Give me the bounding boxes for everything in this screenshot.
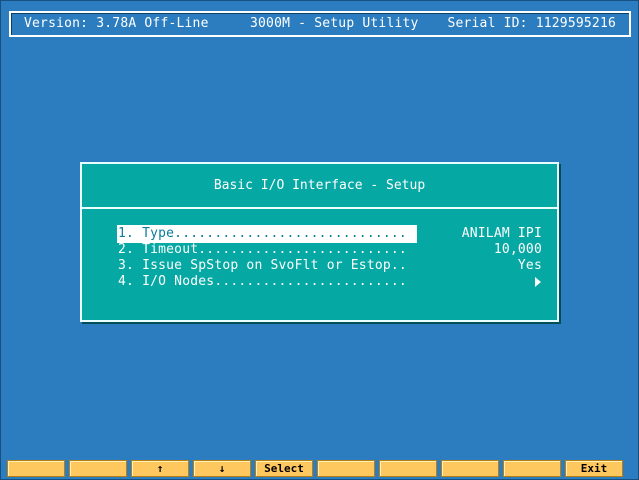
menu-item-timeout-label: 2. Timeout.......................... <box>118 242 407 257</box>
menu-item-type-label: 1. Type............................. <box>118 226 416 242</box>
status-header: Version: 3.78A Off-Line 3000M - Setup Ut… <box>9 11 631 37</box>
down-arrow-softkey[interactable]: ↓ <box>193 460 251 477</box>
exit-softkey[interactable]: Exit <box>565 460 623 477</box>
softkey-2[interactable] <box>69 460 127 477</box>
menu-item-type[interactable]: 1. Type............................. ANI… <box>118 226 542 242</box>
menu-item-type-value: ANILAM IPI <box>461 226 542 241</box>
up-arrow-softkey[interactable]: ↑ <box>131 460 189 477</box>
menu-item-issue-spstop-value: Yes <box>517 258 542 273</box>
softkey-1[interactable] <box>7 460 65 477</box>
setup-screen: Version: 3.78A Off-Line 3000M - Setup Ut… <box>0 0 639 480</box>
softkey-9[interactable] <box>503 460 561 477</box>
menu-item-io-nodes[interactable]: 4. I/O Nodes........................ <box>118 274 542 290</box>
app-title: 3000M - Setup Utility <box>250 16 419 31</box>
menu-item-timeout[interactable]: 2. Timeout.......................... 10,… <box>118 242 542 258</box>
softkey-bar: ↑ ↓ Select Exit <box>7 460 634 478</box>
serial-id: Serial ID: 1129595216 <box>447 16 616 31</box>
menu-item-issue-spstop-label: 3. Issue SpStop on SvoFlt or Estop.. <box>118 258 407 273</box>
menu-item-io-nodes-label: 4. I/O Nodes........................ <box>118 274 407 289</box>
softkey-7[interactable] <box>379 460 437 477</box>
version-label: Version: 3.78A Off-Line <box>24 16 209 31</box>
dialog-divider <box>82 207 557 209</box>
select-softkey[interactable]: Select <box>255 460 313 477</box>
setup-dialog: Basic I/O Interface - Setup 1. Type.....… <box>80 162 559 322</box>
menu-item-timeout-value: 10,000 <box>493 242 542 257</box>
setup-menu: 1. Type............................. ANI… <box>118 226 542 296</box>
menu-item-issue-spstop[interactable]: 3. Issue SpStop on SvoFlt or Estop.. Yes <box>118 258 542 274</box>
softkey-6[interactable] <box>317 460 375 477</box>
arrow-right-icon <box>535 277 541 287</box>
softkey-8[interactable] <box>441 460 499 477</box>
dialog-title: Basic I/O Interface - Setup <box>213 178 426 193</box>
